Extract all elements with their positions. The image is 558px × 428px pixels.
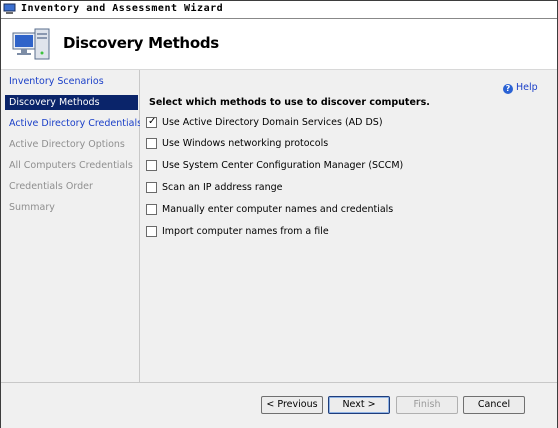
checkbox-sccm[interactable] (146, 160, 157, 171)
option-label: Use System Center Configuration Manager … (162, 160, 404, 171)
cancel-button[interactable]: Cancel (463, 396, 525, 414)
wizard-header: Discovery Methods (1, 19, 557, 70)
finish-button: Finish (396, 396, 458, 414)
option-label: Manually enter computer names and creden… (162, 204, 394, 215)
checkbox-manual-entry[interactable] (146, 204, 157, 215)
sidebar-item-credentials-order: Credentials Order (9, 181, 93, 192)
wizard-window: Inventory and Assessment Wizard Discover… (0, 0, 558, 428)
option-label: Import computer names from a file (162, 226, 329, 237)
help-link[interactable]: ? Help (503, 82, 538, 94)
wizard-steps-sidebar: Inventory Scenarios Discovery Methods Ac… (1, 70, 142, 382)
help-label: Help (516, 82, 538, 93)
option-label: Scan an IP address range (162, 182, 283, 193)
next-button[interactable]: Next > (328, 396, 390, 414)
sidebar-item-inventory-scenarios[interactable]: Inventory Scenarios (5, 74, 138, 89)
sidebar-item-ad-options: Active Directory Options (9, 139, 125, 150)
scrollbar[interactable] (544, 70, 557, 382)
checkmark-icon: ✓ (148, 116, 157, 127)
sidebar-item-all-computers-credentials: All Computers Credentials (9, 160, 133, 171)
checkbox-ad-ds[interactable]: ✓ (146, 116, 157, 128)
app-icon (3, 3, 16, 14)
sidebar-item-discovery-methods[interactable]: Discovery Methods (5, 95, 138, 110)
checkbox-windows-networking[interactable] (146, 138, 157, 149)
computer-network-icon (12, 28, 50, 60)
instruction-text: Select which methods to use to discover … (149, 97, 430, 108)
sidebar-item-summary: Summary (9, 202, 55, 213)
option-label: Use Active Directory Domain Services (AD… (162, 117, 383, 128)
option-label: Use Windows networking protocols (162, 138, 329, 149)
page-title: Discovery Methods (63, 34, 219, 52)
title-bar: Inventory and Assessment Wizard (1, 1, 557, 19)
checkbox-ip-range[interactable] (146, 182, 157, 193)
help-icon: ? (503, 84, 513, 94)
window-title: Inventory and Assessment Wizard (21, 3, 224, 14)
sidebar-item-ad-credentials[interactable]: Active Directory Credentials (5, 116, 142, 131)
previous-button[interactable]: < Previous (261, 396, 323, 414)
checkbox-import-file[interactable] (146, 226, 157, 237)
